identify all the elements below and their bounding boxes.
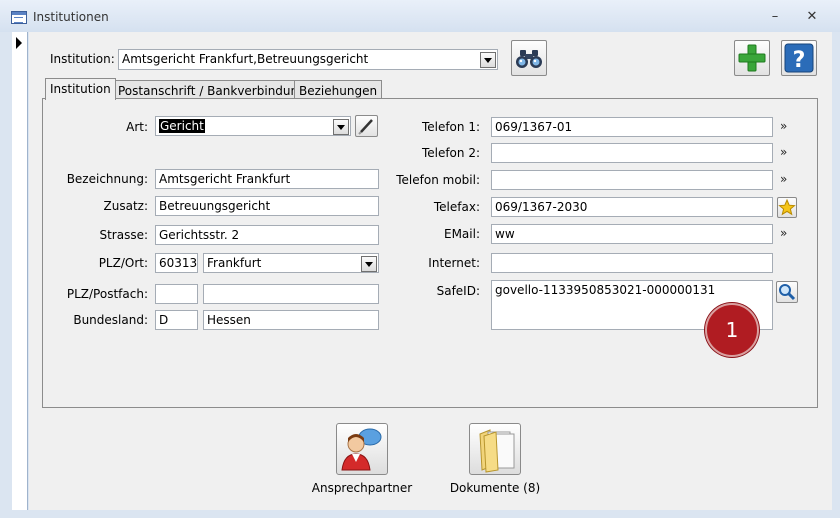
documents-button[interactable] bbox=[469, 423, 521, 475]
ort-value: Frankfurt bbox=[207, 256, 262, 270]
telefon1-chevron-icon[interactable]: » bbox=[780, 119, 787, 133]
edit-art-button[interactable] bbox=[355, 115, 378, 137]
internet-label: Internet: bbox=[428, 256, 480, 270]
contacts-label[interactable]: Ansprechpartner bbox=[302, 481, 422, 495]
email-chevron-icon[interactable]: » bbox=[780, 226, 787, 240]
svg-text:?: ? bbox=[793, 48, 806, 73]
telefax-label: Telefax: bbox=[433, 200, 480, 214]
institution-value: Amtsgericht Frankfurt,Betreuungsgericht bbox=[122, 52, 369, 66]
art-dropdown-button[interactable] bbox=[333, 119, 349, 135]
institution-label: Institution: bbox=[50, 52, 115, 66]
email-label: EMail: bbox=[444, 227, 480, 241]
bezeichnung-field[interactable]: Amtsgericht Frankfurt bbox=[155, 169, 379, 189]
zusatz-label: Zusatz: bbox=[103, 199, 148, 213]
zusatz-field[interactable]: Betreuungsgericht bbox=[155, 196, 379, 216]
postfach-field[interactable] bbox=[203, 284, 379, 304]
contacts-button[interactable] bbox=[336, 423, 388, 475]
magnifier-icon bbox=[779, 284, 796, 301]
telefon-mobil-label: Telefon mobil: bbox=[396, 173, 480, 187]
ort-combo[interactable]: Frankfurt bbox=[203, 253, 379, 273]
help-icon: ? bbox=[784, 43, 814, 73]
institution-dropdown-button[interactable] bbox=[480, 52, 496, 68]
institution-combo[interactable]: Amtsgericht Frankfurt,Betreuungsgericht bbox=[118, 49, 498, 70]
tab-postanschrift-bankverbindung[interactable]: Postanschrift / Bankverbindung bbox=[113, 80, 311, 100]
bundesland-code-field[interactable]: D bbox=[155, 310, 198, 330]
plz-ort-label: PLZ/Ort: bbox=[98, 256, 148, 270]
telefon2-label: Telefon 2: bbox=[421, 146, 480, 160]
form-icon bbox=[11, 11, 27, 24]
plz-field[interactable]: 60313 bbox=[155, 253, 198, 273]
add-button[interactable] bbox=[734, 40, 770, 76]
plz-postfach-label: PLZ/Postfach: bbox=[66, 287, 148, 301]
tab-institution[interactable]: Institution bbox=[45, 78, 116, 100]
person-chat-icon bbox=[341, 428, 382, 471]
art-value: Gericht bbox=[159, 119, 205, 133]
telefon-mobil-field[interactable] bbox=[491, 170, 773, 190]
callout-badge: 1 bbox=[705, 303, 759, 357]
art-label: Art: bbox=[126, 120, 148, 134]
telefon2-field[interactable] bbox=[491, 143, 773, 163]
close-button[interactable]: ✕ bbox=[803, 8, 821, 26]
current-record-arrow-icon bbox=[16, 37, 22, 49]
pencil-icon bbox=[358, 119, 373, 135]
help-button[interactable]: ? bbox=[781, 40, 817, 76]
telefon1-label: Telefon 1: bbox=[421, 120, 480, 134]
telefax-field[interactable]: 069/1367-2030 bbox=[491, 197, 773, 217]
email-field[interactable]: ww bbox=[491, 224, 773, 244]
art-combo[interactable]: Gericht bbox=[155, 116, 351, 136]
plz-postfach-field[interactable] bbox=[155, 284, 198, 304]
minimize-button[interactable]: – bbox=[766, 8, 784, 26]
folder-icon bbox=[479, 429, 515, 473]
bundesland-label: Bundesland: bbox=[73, 313, 148, 327]
record-selector[interactable] bbox=[12, 32, 28, 510]
window-title: Institutionen bbox=[33, 10, 109, 24]
safeid-lookup-button[interactable] bbox=[776, 281, 798, 303]
title-bar bbox=[0, 0, 840, 32]
ort-dropdown-button[interactable] bbox=[361, 256, 377, 272]
strasse-field[interactable]: Gerichtsstr. 2 bbox=[155, 225, 379, 245]
search-button[interactable] bbox=[511, 40, 547, 76]
documents-label[interactable]: Dokumente (8) bbox=[435, 481, 555, 495]
tab-beziehungen[interactable]: Beziehungen bbox=[294, 80, 383, 100]
binoculars-icon bbox=[516, 50, 542, 68]
telefon-mobil-chevron-icon[interactable]: » bbox=[780, 172, 787, 186]
bundesland-name-field[interactable]: Hessen bbox=[203, 310, 379, 330]
plus-icon bbox=[738, 44, 766, 72]
telefon2-chevron-icon[interactable]: » bbox=[780, 145, 787, 159]
bezeichnung-label: Bezeichnung: bbox=[66, 172, 148, 186]
internet-field[interactable] bbox=[491, 253, 773, 273]
strasse-label: Strasse: bbox=[99, 228, 148, 242]
telefon1-field[interactable]: 069/1367-01 bbox=[491, 117, 773, 137]
star-icon bbox=[778, 198, 796, 216]
favorite-button[interactable] bbox=[777, 197, 797, 218]
safeid-label: SafeID: bbox=[436, 284, 480, 298]
